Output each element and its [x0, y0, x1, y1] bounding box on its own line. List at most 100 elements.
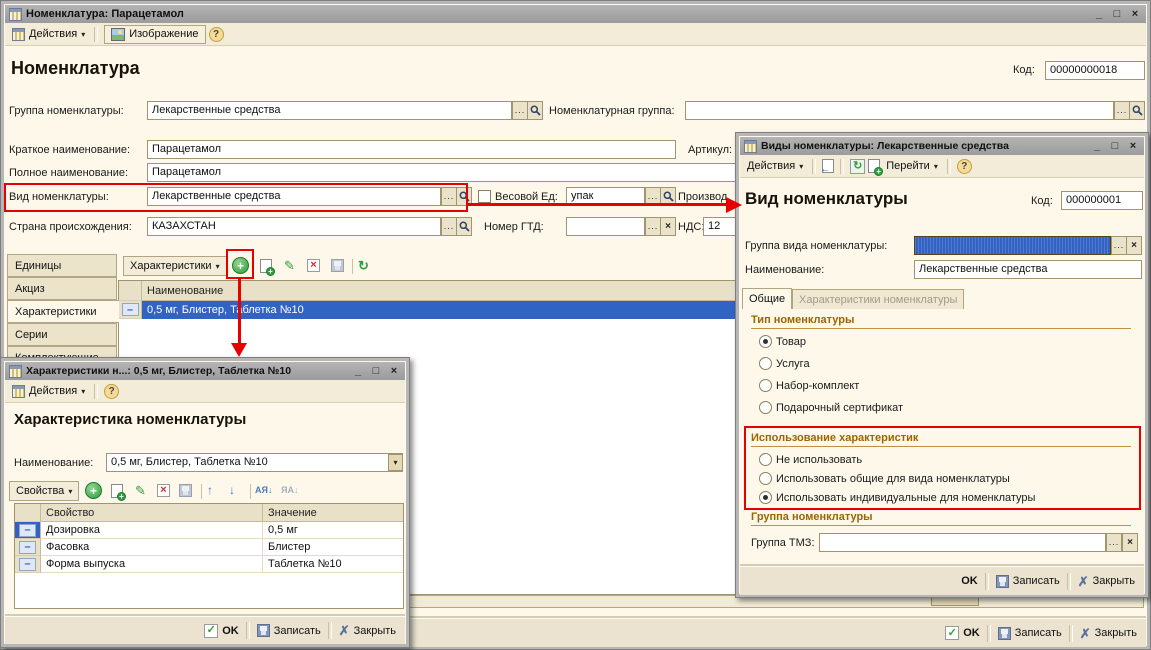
tmz-field[interactable]: [819, 533, 1106, 552]
refresh-icon[interactable]: ↻: [358, 259, 369, 272]
nomgroup-ellipsis-button[interactable]: ...: [1114, 101, 1130, 120]
table-cell-value[interactable]: 0,5 мг: [263, 522, 403, 539]
tmz-ellipsis-button[interactable]: ...: [1106, 533, 1122, 552]
row-marker-cell[interactable]: –: [15, 556, 41, 573]
group-ellipsis-button[interactable]: ...: [512, 101, 528, 120]
row-marker-cell[interactable]: –: [15, 539, 41, 556]
save-button[interactable]: Записать: [257, 624, 321, 637]
close-button[interactable]: ×: [387, 365, 401, 377]
kind-group-ellipsis-button[interactable]: ...: [1111, 236, 1127, 255]
nomgroup-search-button[interactable]: [1129, 101, 1145, 120]
kind-name-field[interactable]: Лекарственные средства: [914, 260, 1142, 279]
move-up-icon[interactable]: ↑: [207, 484, 213, 496]
image-button[interactable]: Изображение: [104, 25, 205, 44]
move-down-icon[interactable]: ↓: [229, 484, 235, 496]
delete-icon[interactable]: ×: [157, 484, 170, 497]
main-titlebar[interactable]: Номенклатура: Парацетамол _ □ ×: [5, 5, 1146, 23]
tab-characteristics[interactable]: Характеристики номенклатуры: [792, 289, 964, 309]
sort-asc-icon[interactable]: АЯ↓: [255, 486, 272, 495]
country-field[interactable]: КАЗАХСТАН: [147, 217, 441, 236]
copy-add-icon[interactable]: [868, 159, 880, 173]
country-search-button[interactable]: [456, 217, 472, 236]
kind-titlebar[interactable]: Виды номенклатуры: Лекарственные средств…: [740, 137, 1144, 155]
save-button[interactable]: Записать: [996, 575, 1060, 588]
properties-menu[interactable]: Свойства ▾: [9, 481, 79, 501]
sidebar-item-units[interactable]: Единицы: [7, 254, 117, 277]
table-cell-property[interactable]: Фасовка: [41, 539, 263, 556]
maximize-button[interactable]: □: [1108, 140, 1122, 152]
group-field[interactable]: Лекарственные средства: [147, 101, 512, 120]
reread-icon[interactable]: ←: [822, 159, 834, 173]
table-cell-value[interactable]: Таблетка №10: [263, 556, 403, 573]
code-field[interactable]: 000000001: [1061, 191, 1143, 210]
ok-button[interactable]: ✓ OK: [945, 626, 980, 640]
close-button[interactable]: ×: [1128, 8, 1142, 20]
tab-general[interactable]: Общие: [742, 288, 792, 309]
minimize-button[interactable]: _: [1090, 140, 1104, 152]
tmz-clear-button[interactable]: ×: [1122, 533, 1138, 552]
actions-menu[interactable]: Действия ▾: [9, 384, 88, 399]
delete-icon[interactable]: ×: [307, 259, 320, 272]
save-disk-icon[interactable]: [179, 484, 192, 497]
sidebar-item-excise[interactable]: Акциз: [7, 277, 117, 300]
country-ellipsis-button[interactable]: ...: [441, 217, 457, 236]
close-button[interactable]: ✗ Закрыть: [1078, 575, 1135, 588]
copy-add-icon[interactable]: [111, 484, 123, 498]
name-combo-field[interactable]: 0,5 мг, Блистер, Таблетка №10: [106, 453, 403, 472]
table-cell-value[interactable]: Блистер: [263, 539, 403, 556]
close-button[interactable]: ✗ Закрыть: [339, 624, 396, 637]
table-cell-property[interactable]: Форма выпуска: [41, 556, 263, 573]
gtd-field[interactable]: [566, 217, 645, 236]
short-name-field[interactable]: Парацетамол: [147, 140, 676, 159]
copy-add-icon[interactable]: [260, 259, 272, 273]
column-header-value[interactable]: Значение: [263, 504, 403, 522]
gtd-ellipsis-button[interactable]: ...: [645, 217, 661, 236]
radio-usluga[interactable]: [759, 357, 772, 370]
producer-label: Производ: [678, 191, 727, 203]
group-search-button[interactable]: [527, 101, 543, 120]
save-disk-icon[interactable]: [331, 259, 344, 272]
refresh-icon[interactable]: ↻: [850, 159, 865, 174]
minimize-button[interactable]: _: [1092, 8, 1106, 20]
search-icon: [663, 191, 674, 202]
maximize-button[interactable]: □: [1110, 8, 1124, 20]
scrollbar-thumb[interactable]: [931, 597, 979, 606]
goto-menu[interactable]: Перейти ▾: [883, 159, 941, 173]
kind-group-clear-button[interactable]: ×: [1126, 236, 1142, 255]
gtd-clear-button[interactable]: ×: [660, 217, 676, 236]
close-button[interactable]: ✗ Закрыть: [1080, 627, 1137, 640]
kind-group-field[interactable]: [914, 236, 1111, 255]
nomgroup-field[interactable]: [685, 101, 1114, 120]
maximize-button[interactable]: □: [369, 365, 383, 377]
row-marker-cell[interactable]: –: [15, 522, 41, 539]
characteristic-titlebar[interactable]: Характеристики н...: 0,5 мг, Блистер, Та…: [5, 362, 405, 380]
ok-button[interactable]: OK: [961, 575, 978, 587]
edit-pencil-icon[interactable]: ✎: [135, 484, 146, 497]
help-button[interactable]: ?: [104, 384, 119, 399]
help-button[interactable]: ?: [209, 27, 224, 42]
table-cell-property[interactable]: Дозировка: [41, 522, 263, 539]
close-button[interactable]: ×: [1126, 140, 1140, 152]
add-button[interactable]: +: [85, 482, 102, 499]
actions-menu[interactable]: Действия ▾: [9, 27, 88, 42]
save-button[interactable]: Записать: [998, 627, 1062, 640]
sidebar-item-series[interactable]: Серии: [7, 323, 117, 346]
combo-dropdown-button[interactable]: ▾: [388, 454, 403, 471]
characteristics-menu[interactable]: Характеристики ▾: [123, 256, 227, 276]
minimize-button[interactable]: _: [351, 365, 365, 377]
help-button[interactable]: ?: [957, 159, 972, 174]
edit-pencil-icon[interactable]: ✎: [284, 259, 295, 272]
sidebar-item-characteristics[interactable]: Характеристики: [7, 300, 119, 323]
sort-desc-icon[interactable]: ЯА↓: [281, 486, 298, 495]
weight-checkbox[interactable]: [478, 190, 491, 203]
radio-tovar[interactable]: [759, 335, 772, 348]
actions-menu[interactable]: Действия ▾: [744, 159, 806, 173]
row-marker-cell[interactable]: –: [119, 301, 142, 319]
column-header-property[interactable]: Свойство: [41, 504, 263, 522]
table-corner: [15, 504, 41, 522]
close-x-icon: ✗: [339, 624, 350, 637]
code-field[interactable]: 00000000018: [1045, 61, 1145, 80]
radio-nabor[interactable]: [759, 379, 772, 392]
radio-certificate[interactable]: [759, 401, 772, 414]
ok-button[interactable]: ✓ OK: [204, 624, 239, 638]
